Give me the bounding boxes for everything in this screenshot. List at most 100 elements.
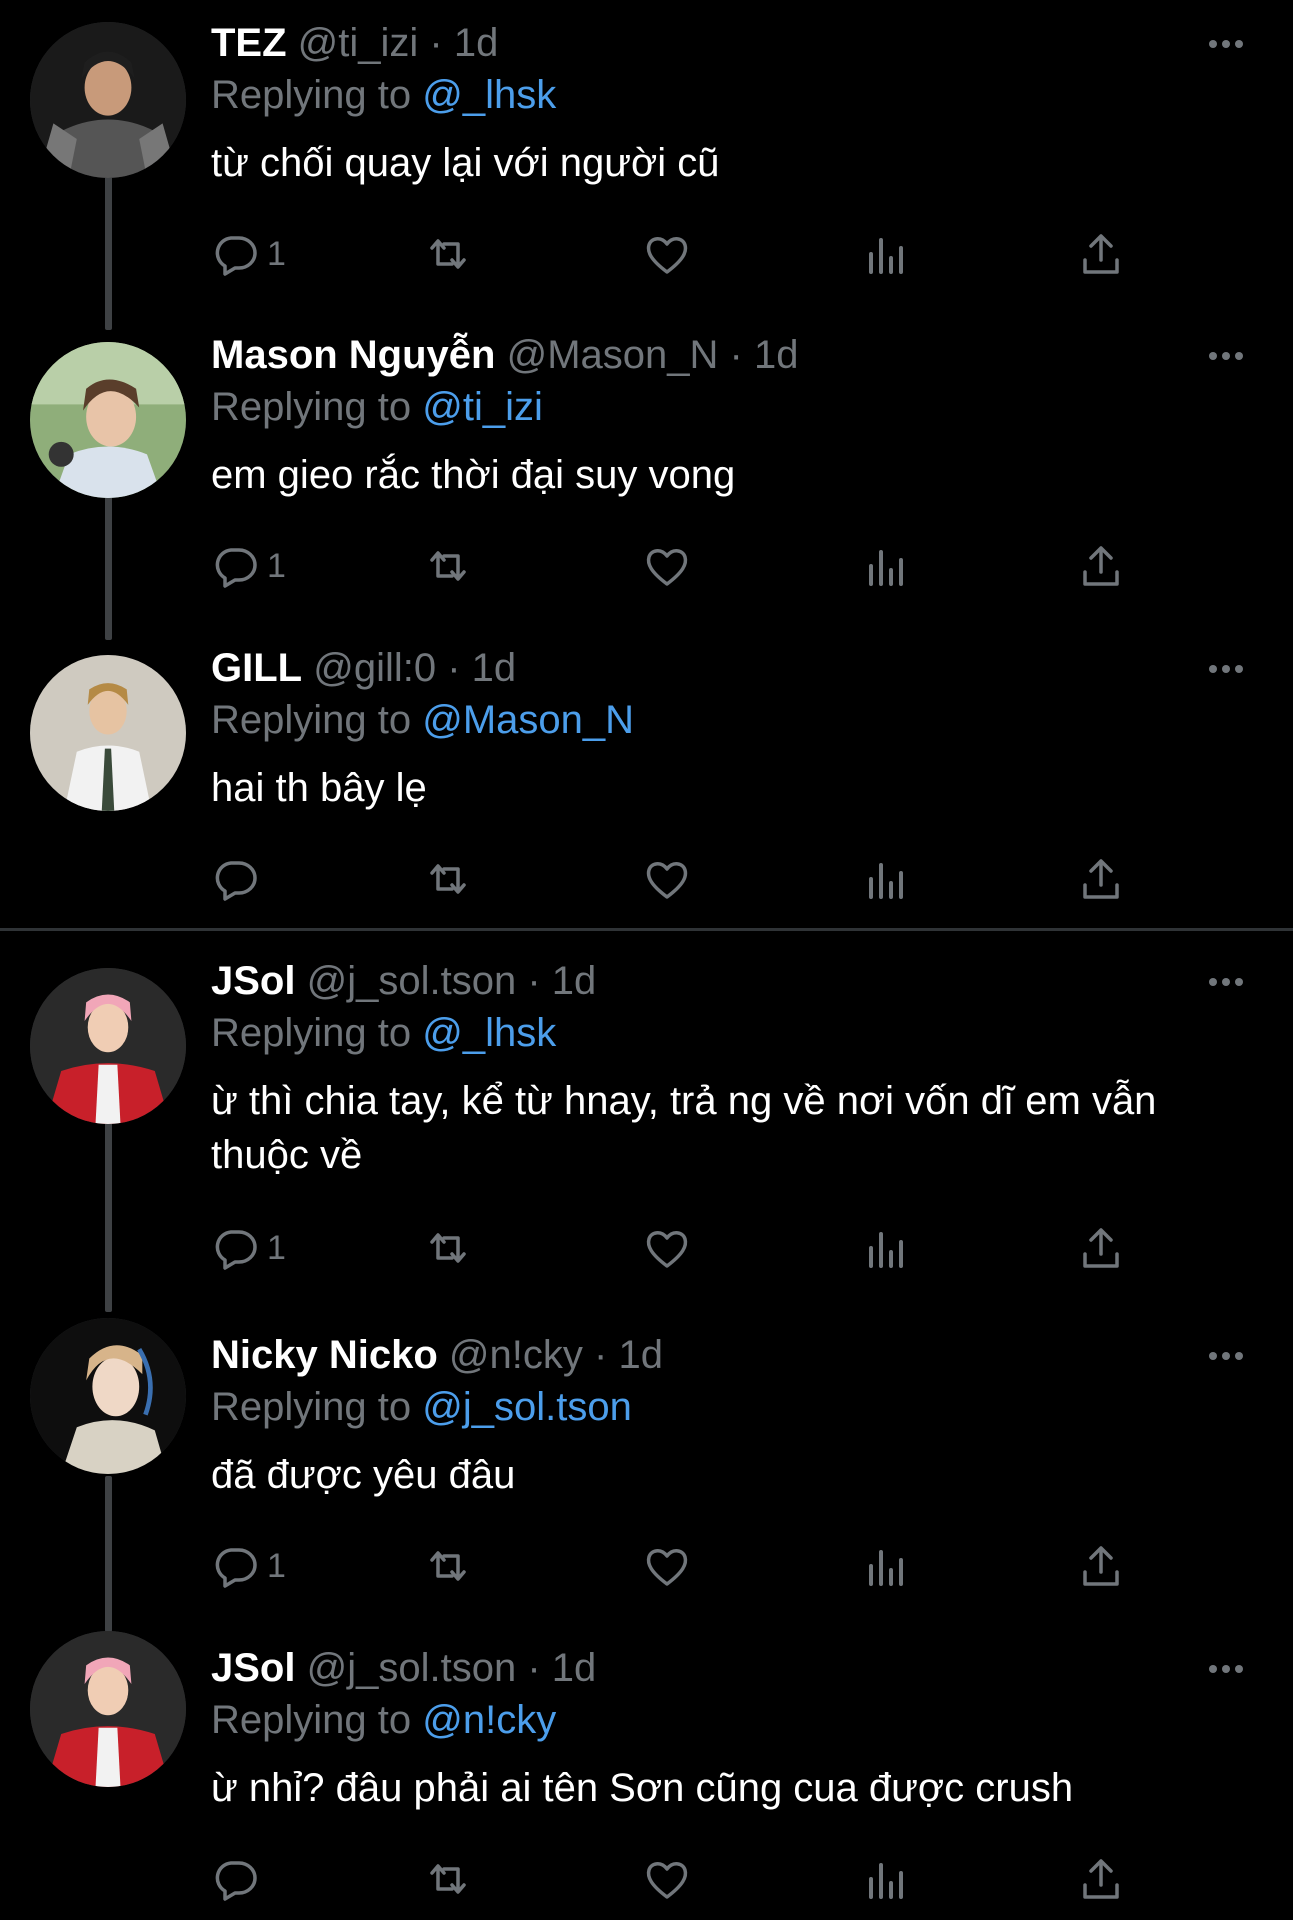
share-button[interactable] — [1077, 1220, 1125, 1276]
tweet-header: JSol @j_sol.tson · 1d — [211, 1643, 596, 1693]
more-options-icon[interactable] — [1204, 334, 1248, 378]
reply-button[interactable]: 1 — [211, 1538, 286, 1594]
timestamp[interactable]: 1d — [454, 21, 499, 65]
avatar[interactable] — [30, 22, 186, 178]
replying-label: Replying to — [211, 73, 412, 117]
tweet[interactable]: Nicky Nicko @n!cky · 1d Replying to @j_s… — [0, 1312, 1293, 1624]
tweet[interactable]: JSol @j_sol.tson · 1d Replying to @n!cky… — [0, 1625, 1293, 1920]
retweet-button[interactable] — [424, 1220, 472, 1276]
more-options-icon[interactable] — [1204, 960, 1248, 1004]
reply-button[interactable] — [211, 1851, 267, 1907]
replying-to: Replying to @ti_izi — [211, 382, 543, 432]
separator-dot: · — [594, 1333, 608, 1377]
reply-button[interactable]: 1 — [211, 1220, 286, 1276]
like-button[interactable] — [643, 226, 691, 282]
share-button[interactable] — [1077, 226, 1125, 282]
user-handle[interactable]: @j_sol.tson — [307, 1646, 517, 1690]
replying-to: Replying to @Mason_N — [211, 695, 634, 745]
timestamp[interactable]: 1d — [552, 959, 597, 1003]
tweet[interactable]: GILL @gill:0 · 1d Replying to @Mason_N h… — [0, 625, 1293, 937]
tweet-header: TEZ @ti_izi · 1d — [211, 18, 498, 68]
retweet-button[interactable] — [424, 1851, 472, 1907]
share-icon — [1083, 234, 1119, 274]
avatar[interactable] — [30, 1631, 186, 1787]
tweet-text: từ chối quay lại với người cũ — [211, 141, 720, 185]
tweet-text: em gieo rắc thời đại suy vong — [211, 453, 736, 497]
reply-icon — [215, 1230, 257, 1270]
views-button[interactable] — [861, 226, 909, 282]
timestamp[interactable]: 1d — [754, 333, 799, 377]
more-options-icon[interactable] — [1204, 22, 1248, 66]
avatar-photo-icon — [30, 22, 186, 178]
share-icon — [1083, 859, 1119, 899]
timestamp[interactable]: 1d — [472, 646, 517, 690]
views-button[interactable] — [861, 1851, 909, 1907]
avatar[interactable] — [30, 1318, 186, 1474]
display-name[interactable]: Nicky Nicko — [211, 1333, 438, 1377]
reply-button[interactable]: 1 — [211, 538, 286, 594]
mention-link[interactable]: @_lhsk — [422, 1011, 556, 1055]
tweet[interactable]: TEZ @ti_izi · 1d Replying to @_lhsk từ c… — [0, 0, 1293, 312]
avatar-photo-icon — [30, 1318, 186, 1474]
separator-dot: · — [429, 21, 443, 65]
share-button[interactable] — [1077, 538, 1125, 594]
display-name[interactable]: Mason Nguyễn — [211, 333, 495, 377]
tweet[interactable]: JSol @j_sol.tson · 1d Replying to @_lhsk… — [0, 938, 1293, 1312]
avatar[interactable] — [30, 655, 186, 811]
display-name[interactable]: TEZ — [211, 21, 287, 65]
reply-icon — [215, 1548, 257, 1588]
views-button[interactable] — [861, 1538, 909, 1594]
mention-link[interactable]: @_lhsk — [422, 73, 556, 117]
replying-label: Replying to — [211, 1011, 412, 1055]
timestamp[interactable]: 1d — [618, 1333, 663, 1377]
more-options-icon[interactable] — [1204, 647, 1248, 691]
display-name[interactable]: JSol — [211, 959, 295, 1003]
like-button[interactable] — [643, 1220, 691, 1276]
user-handle[interactable]: @n!cky — [449, 1333, 583, 1377]
retweet-button[interactable] — [424, 1538, 472, 1594]
mention-link[interactable]: @j_sol.tson — [422, 1385, 632, 1429]
heart-icon — [646, 1231, 688, 1268]
mention-link[interactable]: @ti_izi — [422, 385, 543, 429]
retweet-button[interactable] — [424, 851, 472, 907]
tweet-text: đã được yêu đâu — [211, 1453, 516, 1497]
user-handle[interactable]: @ti_izi — [298, 21, 419, 65]
heart-icon — [646, 237, 688, 274]
views-button[interactable] — [861, 1220, 909, 1276]
separator-dot: · — [527, 959, 541, 1003]
user-handle[interactable]: @Mason_N — [507, 333, 719, 377]
share-button[interactable] — [1077, 1851, 1125, 1907]
reply-icon — [215, 236, 257, 276]
tweet[interactable]: Mason Nguyễn @Mason_N · 1d Replying to @… — [0, 312, 1293, 624]
reply-button[interactable]: 1 — [211, 226, 286, 282]
reply-button[interactable] — [211, 851, 267, 907]
display-name[interactable]: GILL — [211, 646, 302, 690]
like-button[interactable] — [643, 851, 691, 907]
reply-count: 1 — [267, 546, 286, 585]
user-handle[interactable]: @j_sol.tson — [307, 959, 517, 1003]
timestamp[interactable]: 1d — [552, 1646, 597, 1690]
tweet-header: Nicky Nicko @n!cky · 1d — [211, 1330, 663, 1380]
separator-dot: · — [729, 333, 743, 377]
views-button[interactable] — [861, 851, 909, 907]
avatar[interactable] — [30, 342, 186, 498]
avatar[interactable] — [30, 968, 186, 1124]
user-handle[interactable]: @gill:0 — [313, 646, 436, 690]
more-options-icon[interactable] — [1204, 1334, 1248, 1378]
display-name[interactable]: JSol — [211, 1646, 295, 1690]
more-options-icon[interactable] — [1204, 1647, 1248, 1691]
like-button[interactable] — [643, 1538, 691, 1594]
retweet-button[interactable] — [424, 226, 472, 282]
views-button[interactable] — [861, 538, 909, 594]
share-button[interactable] — [1077, 1538, 1125, 1594]
action-bar: 1 — [211, 538, 1171, 594]
share-button[interactable] — [1077, 851, 1125, 907]
share-icon — [1083, 546, 1119, 586]
mention-link[interactable]: @Mason_N — [422, 698, 634, 742]
retweet-button[interactable] — [424, 538, 472, 594]
like-button[interactable] — [643, 538, 691, 594]
heart-icon — [646, 862, 688, 899]
mention-link[interactable]: @n!cky — [422, 1698, 556, 1742]
retweet-icon — [430, 1551, 466, 1581]
like-button[interactable] — [643, 1851, 691, 1907]
